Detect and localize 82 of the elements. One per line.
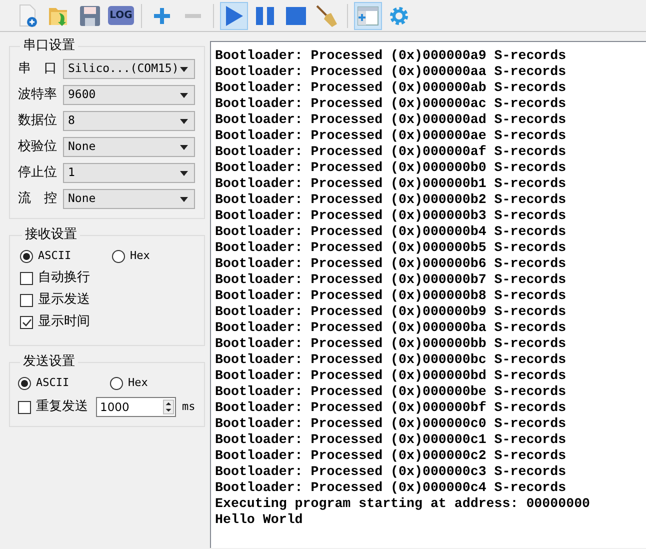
- output-line: Bootloader: Processed (0x)000000ac S-records: [215, 96, 568, 112]
- radio-button[interactable]: [20, 250, 33, 262]
- checkbox-label: 自动换行: [38, 269, 90, 288]
- output-line: Bootloader: Processed (0x)000000ba S-records: [215, 320, 568, 336]
- caret-icon: [180, 144, 188, 150]
- caret-icon: [180, 196, 188, 202]
- toolbar-button[interactable]: [354, 2, 382, 30]
- caret-icon: [180, 170, 188, 176]
- output-line: Bootloader: Processed (0x)000000b6 S-records: [215, 256, 568, 272]
- checkbox-label: 重复发送: [36, 398, 88, 416]
- output-line: Bootloader: Processed (0x)000000bd S-records: [215, 368, 568, 384]
- output-line: Bootloader: Processed (0x)000000b0 S-records: [215, 160, 568, 176]
- output-line: Bootloader: Processed (0x)000000b2 S-records: [215, 192, 568, 208]
- add-icon: [152, 6, 172, 26]
- checkbox[interactable]: [20, 316, 33, 328]
- checkbox-label: 显示发送: [38, 291, 90, 310]
- unit-label: ms: [182, 398, 196, 415]
- field-label: 数据位: [18, 112, 58, 130]
- caret-icon: [180, 92, 188, 98]
- radio-button[interactable]: [112, 250, 125, 262]
- remove-icon: [185, 14, 201, 18]
- output-line: Bootloader: Processed (0x)000000a9 S-records: [215, 48, 568, 64]
- checkbox[interactable]: [18, 400, 31, 414]
- broom-icon: [315, 4, 339, 28]
- output-line: Bootloader: Processed (0x)000000b7 S-records: [215, 272, 568, 288]
- output-line: Bootloader: Processed (0x)000000c2 S-records: [215, 448, 568, 464]
- dropdown[interactable]: None: [63, 189, 195, 209]
- play-icon: [224, 4, 244, 26]
- new-file-icon: [17, 4, 39, 28]
- output-line: Bootloader: Processed (0x)000000c0 S-records: [215, 416, 568, 432]
- radio-button[interactable]: [110, 376, 123, 390]
- output-line: Bootloader: Processed (0x)000000ad S-records: [215, 112, 568, 128]
- caret-icon: [180, 66, 188, 72]
- radio-button[interactable]: [18, 376, 31, 390]
- radio-label: ASCII: [36, 374, 70, 391]
- output-line: Bootloader: Processed (0x)000000bb S-records: [215, 336, 568, 352]
- output-line: Bootloader: Processed (0x)000000be S-records: [215, 384, 568, 400]
- checkbox[interactable]: [20, 294, 33, 306]
- output-line: Bootloader: Processed (0x)000000bc S-records: [215, 352, 568, 368]
- checkbox[interactable]: [20, 272, 33, 284]
- dropdown[interactable]: 8: [63, 111, 195, 131]
- output-line: Bootloader: Processed (0x)000000b3 S-records: [215, 208, 568, 224]
- output-line: Bootloader: Processed (0x)000000af S-records: [215, 144, 568, 160]
- group-title: 接收设置: [24, 227, 78, 243]
- toolbar-button[interactable]: LOG: [107, 2, 135, 30]
- output-line: Bootloader: Processed (0x)000000b5 S-records: [215, 240, 568, 256]
- output-line: Bootloader: Processed (0x)000000ae S-records: [215, 128, 568, 144]
- output-line: Bootloader: Processed (0x)000000b1 S-records: [215, 176, 568, 192]
- field-label: 停止位: [18, 164, 58, 182]
- radio-label: ASCII: [38, 248, 72, 264]
- output-line: Hello World: [215, 512, 304, 528]
- caret-icon: [180, 118, 188, 124]
- checkbox-label: 显示时间: [38, 313, 90, 332]
- dropdown[interactable]: None: [63, 137, 195, 157]
- field-label: 波特率: [18, 86, 58, 104]
- radio-label: Hex: [128, 374, 148, 391]
- terminal-output[interactable]: [210, 41, 646, 548]
- dropdown[interactable]: 1: [63, 163, 195, 183]
- stop-icon: [285, 4, 307, 26]
- output-line: Bootloader: Processed (0x)000000bf S-records: [215, 400, 568, 416]
- field-label: 流 控: [18, 190, 58, 208]
- field-label: 串 口: [18, 60, 58, 78]
- group-title: 发送设置: [22, 354, 76, 370]
- output-line: Bootloader: Processed (0x)000000c4 S-records: [215, 480, 568, 496]
- output-line: Bootloader: Processed (0x)000000c1 S-records: [215, 432, 568, 448]
- output-line: Bootloader: Processed (0x)000000b4 S-records: [215, 224, 568, 240]
- toolbar-button[interactable]: [220, 2, 248, 30]
- output-line: Executing program starting at address: 00000000: [215, 496, 592, 512]
- log-icon: LOG: [108, 6, 134, 25]
- field-label: 校验位: [18, 138, 58, 156]
- output-line: Bootloader: Processed (0x)000000c3 S-records: [215, 464, 568, 480]
- dropdown[interactable]: Silico...(COM15): [63, 59, 195, 79]
- output-line: Bootloader: Processed (0x)000000b9 S-records: [215, 304, 568, 320]
- dropdown[interactable]: 9600: [63, 85, 195, 105]
- radio-label: Hex: [130, 248, 150, 264]
- pause-icon: [254, 4, 276, 26]
- output-line: Bootloader: Processed (0x)000000b8 S-records: [215, 288, 568, 304]
- group-title: 串口设置: [22, 38, 76, 54]
- output-line: Bootloader: Processed (0x)000000aa S-records: [215, 64, 568, 80]
- settings-icon: [388, 4, 410, 26]
- panel-layout-icon: [357, 4, 379, 26]
- output-line: Bootloader: Processed (0x)000000ab S-records: [215, 80, 568, 96]
